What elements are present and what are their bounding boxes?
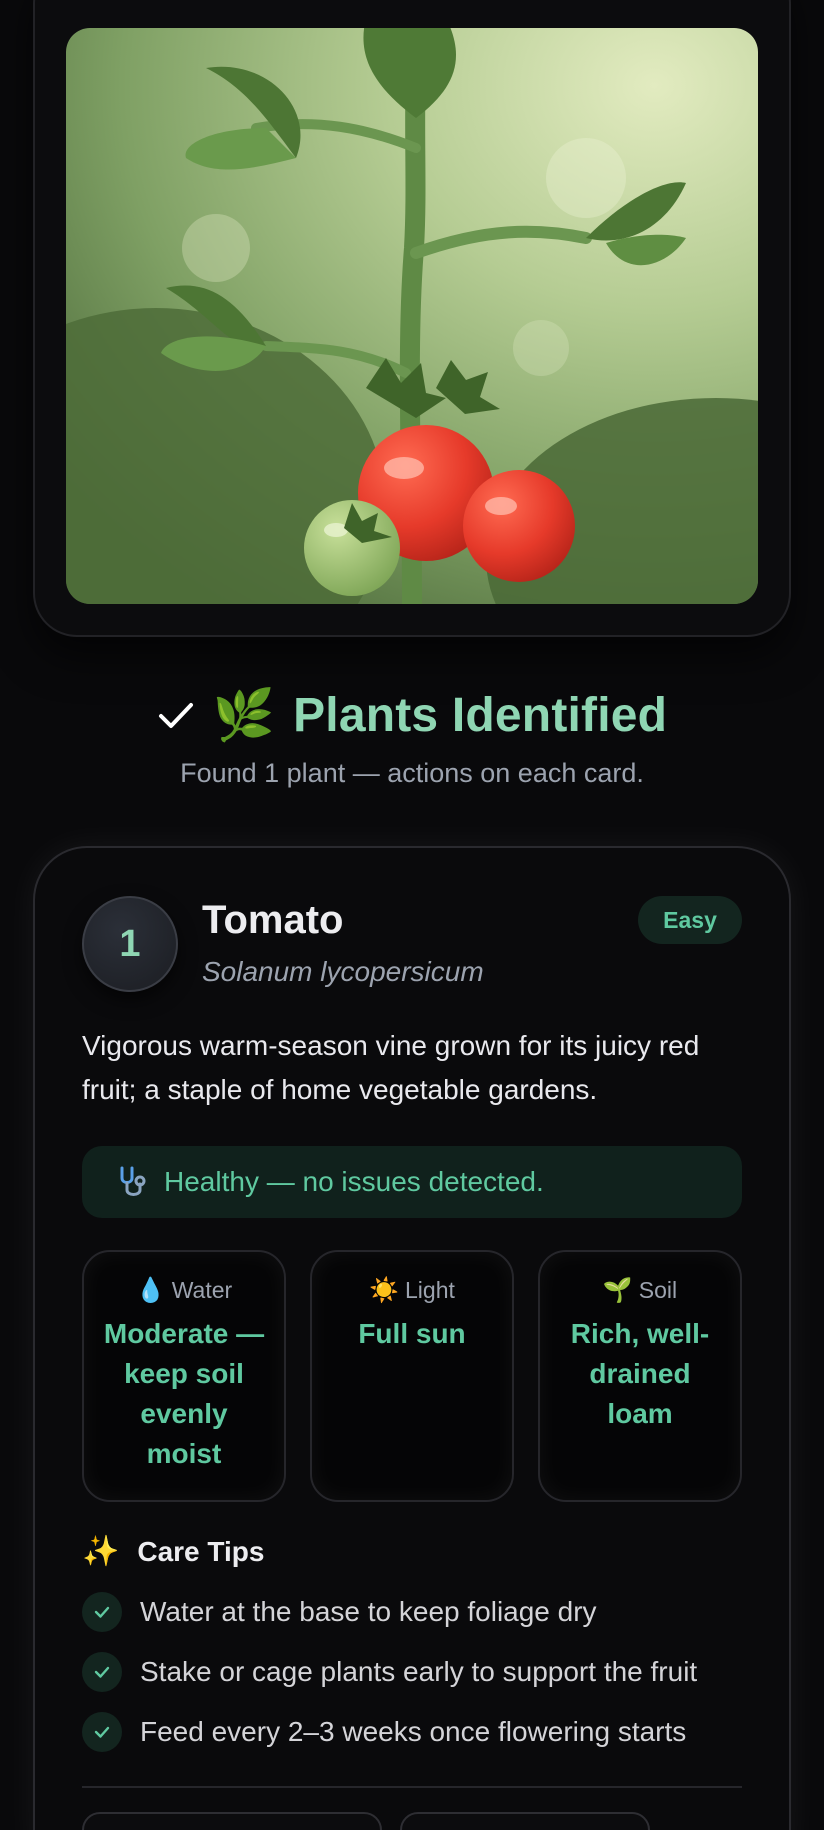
stat-light: ☀️ Light Full sun <box>310 1250 514 1502</box>
care-tips-header: ✨ Care Tips <box>82 1534 264 1569</box>
check-icon <box>82 1712 122 1752</box>
care-tip-item: Water at the base to keep foliage dry <box>82 1592 597 1632</box>
check-icon <box>82 1652 122 1692</box>
herb-icon: 🌿 <box>212 686 276 744</box>
health-status: Healthy — no issues detected. <box>82 1146 742 1218</box>
care-tip-item: Feed every 2–3 weeks once flowering star… <box>82 1712 686 1752</box>
stat-water: 💧 Water Moderate — keep soil evenly moist <box>82 1250 286 1502</box>
plant-index-badge: 1 <box>82 896 178 992</box>
card-action-button-secondary[interactable] <box>400 1812 650 1830</box>
stat-label: Soil <box>638 1276 678 1303</box>
care-tip-text: Feed every 2–3 weeks once flowering star… <box>140 1716 687 1747</box>
health-status-text: Healthy — no issues detected. <box>164 1166 544 1197</box>
result-subtitle: Found 1 plant — actions on each card. <box>180 758 644 788</box>
stethoscope-icon <box>120 1166 146 1196</box>
sun-icon: ☀️ <box>369 1276 399 1304</box>
care-tip-item: Stake or cage plants early to support th… <box>82 1652 697 1692</box>
stat-value: Rich, well-drained loam <box>570 1318 710 1429</box>
difficulty-badge: Easy <box>638 896 742 944</box>
care-tip-text: Water at the base to keep foliage dry <box>140 1596 597 1627</box>
stat-value: Moderate — keep soil evenly moist <box>103 1318 265 1469</box>
sparkles-icon: ✨ <box>82 1534 120 1569</box>
stat-label: Water <box>171 1276 233 1303</box>
card-action-button-primary[interactable] <box>82 1812 382 1830</box>
stat-value: Full sun <box>358 1318 466 1349</box>
page-title: Plants Identified <box>293 688 668 742</box>
care-tips-title: Care Tips <box>137 1535 265 1567</box>
plant-name: Tomato <box>202 898 344 942</box>
actions-divider <box>82 1786 742 1788</box>
care-tip-text: Stake or cage plants early to support th… <box>140 1656 698 1687</box>
stat-label: Light <box>405 1276 455 1303</box>
droplet-icon: 💧 <box>135 1276 166 1304</box>
check-icon <box>158 703 193 728</box>
seedling-icon: 🌱 <box>602 1276 633 1304</box>
plant-description: Vigorous warm-season vine grown for its … <box>82 1030 700 1105</box>
plant-photo <box>66 28 758 604</box>
stat-soil: 🌱 Soil Rich, well-drained loam <box>538 1250 742 1502</box>
check-icon <box>82 1592 122 1632</box>
plant-scientific-name: Solanum lycopersicum <box>202 956 484 987</box>
result-heading: 🌿 Plants Identified <box>0 680 824 750</box>
